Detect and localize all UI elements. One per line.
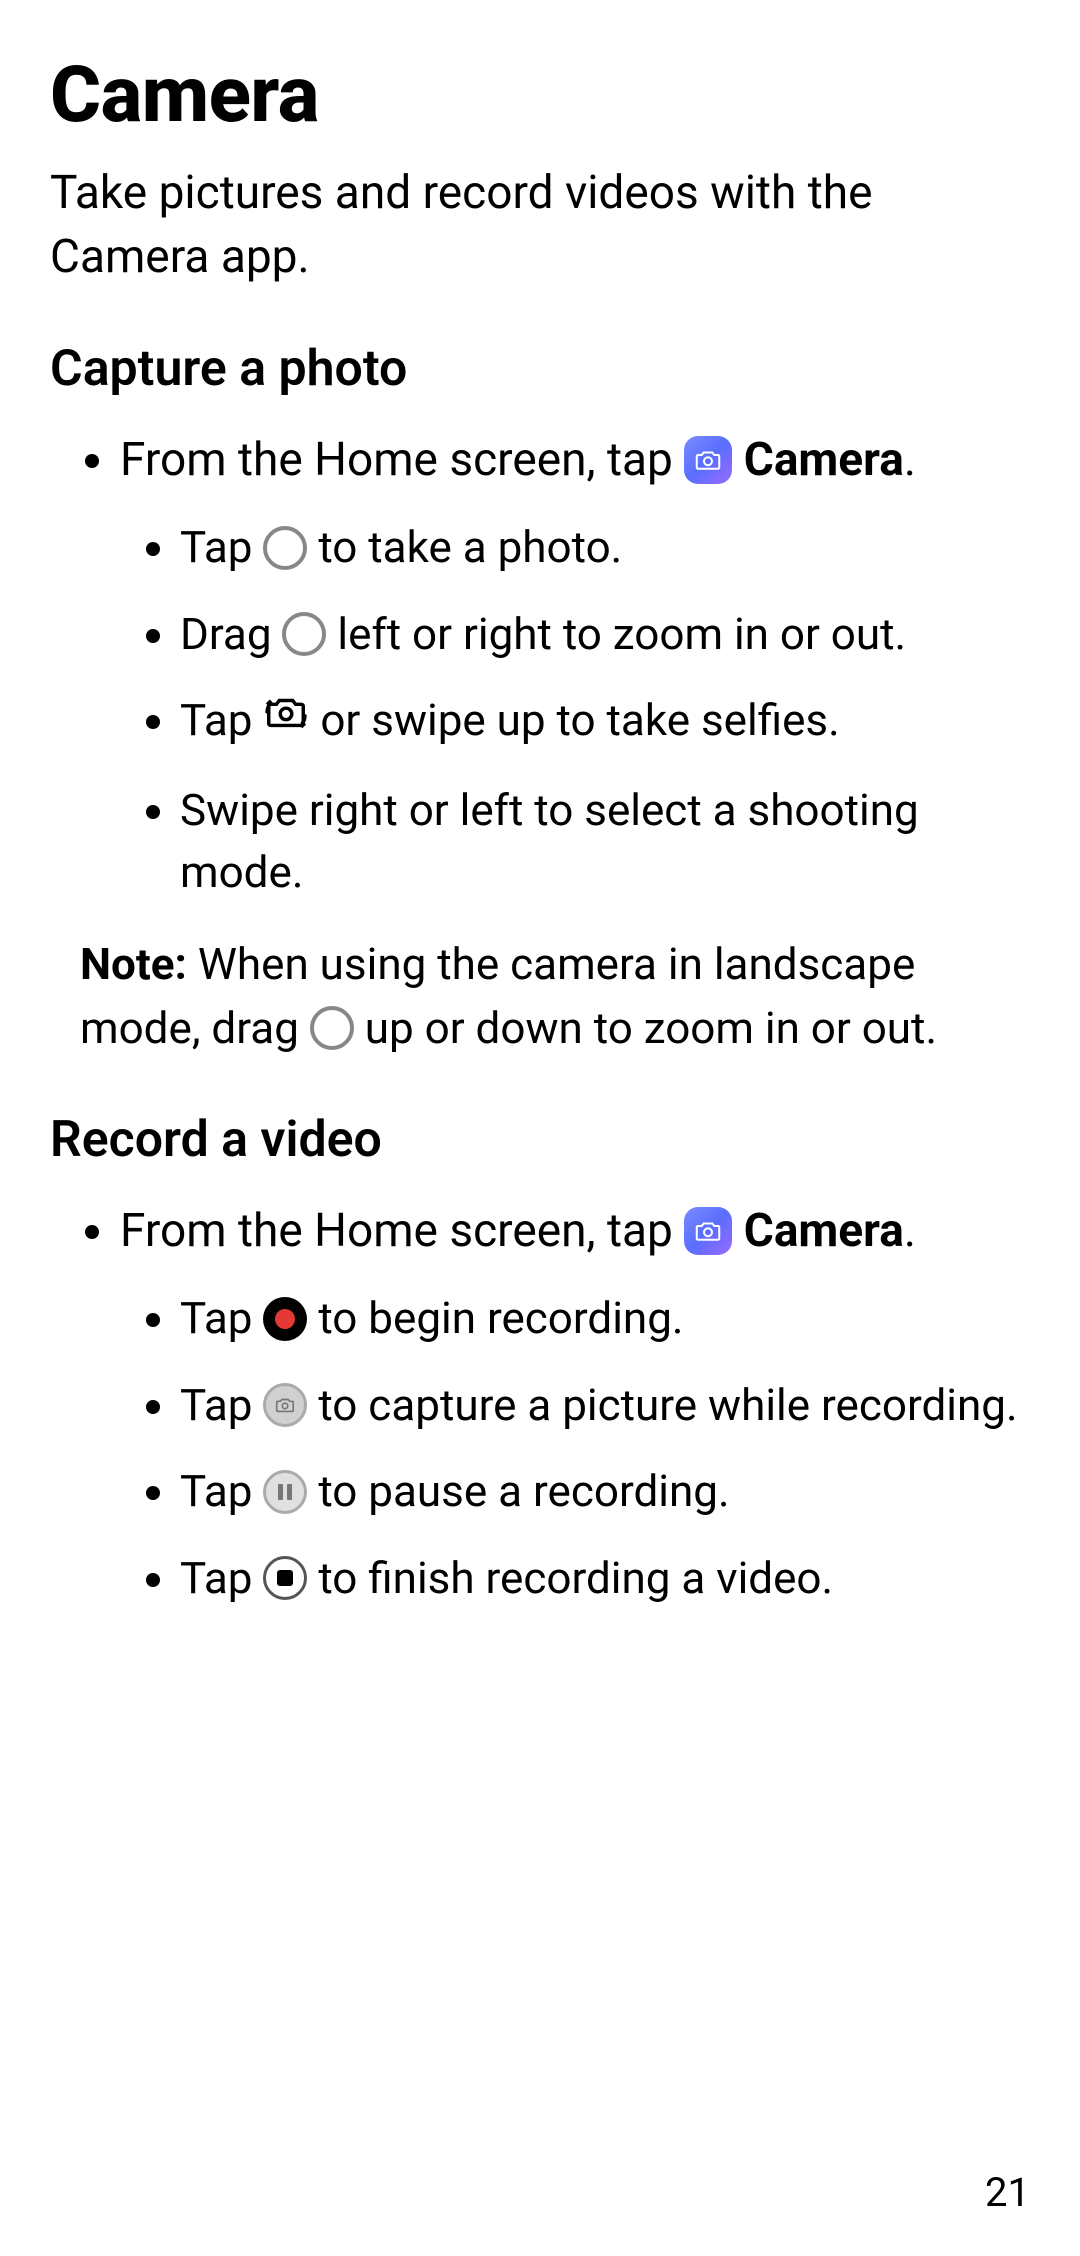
list-item: Tap to pause a recording.	[180, 1461, 1030, 1523]
list-item: Drag left or right to zoom in or out.	[180, 604, 1030, 666]
text: to pause a recording.	[318, 1465, 729, 1517]
list-item: Tap to capture a picture while recording…	[180, 1375, 1030, 1437]
camera-label: Camera	[744, 1204, 904, 1258]
camera-app-icon	[684, 436, 732, 484]
shutter-icon	[263, 526, 307, 570]
list-item: Tap or swipe up to take selfies.	[180, 690, 1030, 755]
section-record-video-heading: Record a video	[50, 1111, 1030, 1169]
text: Tap	[180, 1465, 263, 1517]
text: From the Home screen, tap	[120, 1204, 684, 1258]
record-video-list: From the Home screen, tap Camera. Tap to…	[50, 1199, 1030, 1610]
text: to capture a picture while recording.	[318, 1379, 1017, 1431]
text: Drag	[180, 608, 282, 660]
pause-icon	[263, 1470, 307, 1514]
text: left or right to zoom in or out.	[337, 608, 906, 660]
capture-photo-list: From the Home screen, tap Camera. Tap to…	[50, 428, 1030, 903]
text: Swipe right or left to select a shooting…	[180, 784, 919, 898]
list-item: Tap to take a photo.	[180, 517, 1030, 579]
shutter-icon	[310, 1006, 354, 1050]
shutter-icon	[282, 612, 326, 656]
text: or swipe up to take selfies.	[320, 694, 839, 746]
capture-photo-sublist: Tap to take a photo. Drag left or right …	[120, 517, 1030, 903]
page-title: Camera	[50, 50, 1030, 141]
text: to finish recording a video.	[318, 1552, 833, 1604]
list-item: From the Home screen, tap Camera. Tap to…	[120, 1199, 1030, 1610]
text: .	[904, 433, 916, 487]
camera-app-icon	[684, 1207, 732, 1255]
camera-label: Camera	[744, 433, 904, 487]
text: From the Home screen, tap	[120, 433, 684, 487]
stop-icon	[263, 1556, 307, 1600]
note-text: Note: When using the camera in landscape…	[80, 933, 1030, 1061]
page-content: Camera Take pictures and record videos w…	[0, 0, 1080, 2256]
intro-text: Take pictures and record videos with the…	[50, 161, 1030, 290]
text: Tap	[180, 521, 263, 573]
text: up or down to zoom in or out.	[365, 1002, 937, 1054]
list-item: Tap to finish recording a video.	[180, 1548, 1030, 1610]
list-item: From the Home screen, tap Camera. Tap to…	[120, 428, 1030, 903]
record-video-sublist: Tap to begin recording. Tap to capture a…	[120, 1288, 1030, 1609]
text: to take a photo.	[318, 521, 622, 573]
text: Tap	[180, 1292, 263, 1344]
list-item: Tap to begin recording.	[180, 1288, 1030, 1350]
text: .	[904, 1204, 916, 1258]
note-label: Note:	[80, 938, 187, 990]
switch-camera-icon	[263, 689, 309, 752]
list-item: Swipe right or left to select a shooting…	[180, 780, 1030, 903]
record-icon	[263, 1297, 307, 1341]
section-capture-photo-heading: Capture a photo	[50, 340, 1030, 398]
capture-while-recording-icon	[263, 1383, 307, 1427]
page-number: 21	[985, 2169, 1030, 2216]
text: to begin recording.	[318, 1292, 683, 1344]
text: Tap	[180, 694, 263, 746]
text: Tap	[180, 1379, 263, 1431]
text: Tap	[180, 1552, 263, 1604]
